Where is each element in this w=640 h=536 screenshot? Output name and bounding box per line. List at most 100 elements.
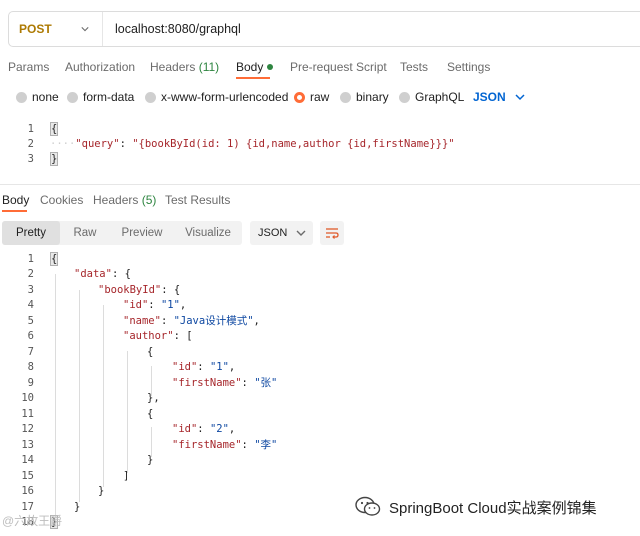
code-line: 4 "id": "1",	[0, 298, 640, 313]
response-format-label: JSON	[258, 227, 288, 239]
tab-headers[interactable]: Headers (11)	[150, 60, 219, 74]
wrap-lines-button[interactable]	[320, 221, 344, 245]
code-text: {	[147, 345, 154, 358]
url-input[interactable]: localhost:8080/graphql	[103, 22, 241, 36]
tab-body-label: Body	[236, 60, 264, 74]
radio-form-data[interactable]: form-data	[67, 90, 134, 104]
tab-headers-count: (5)	[141, 193, 157, 207]
body-format-label: JSON	[473, 90, 506, 104]
tab-body[interactable]: Body	[236, 60, 274, 74]
response-tabs: Body Cookies Headers (5) Test Results	[0, 193, 640, 215]
line-number: 15	[21, 469, 34, 482]
json-colon: :	[197, 361, 210, 373]
json-punct: ,	[228, 423, 236, 435]
tab-tests[interactable]: Tests	[400, 60, 428, 74]
line-number: 16	[21, 485, 34, 497]
wrap-lines-icon	[326, 228, 339, 239]
radio-binary[interactable]: binary	[340, 90, 389, 104]
json-punct: ,	[253, 314, 260, 327]
radio-none[interactable]: none	[16, 90, 59, 104]
code-text: "id": "1",	[172, 360, 235, 375]
json-colon: :	[119, 138, 133, 150]
radio-raw[interactable]: raw	[294, 90, 329, 104]
json-key: "firstName"	[172, 376, 242, 389]
json-key: "bookById"	[98, 283, 162, 296]
active-tab-underline	[236, 77, 270, 79]
tab-authorization[interactable]: Authorization	[65, 60, 135, 74]
code-text: "data": {	[74, 267, 131, 282]
request-bar: POST localhost:8080/graphql	[8, 11, 640, 47]
json-punct: ,	[228, 361, 236, 373]
code-line: 11 {	[0, 407, 640, 422]
tab-response-headers[interactable]: Headers (5)	[93, 193, 156, 207]
response-body-viewer[interactable]: 1{ 2 "data": { 3 "bookById": { 4 "id": "1",…	[0, 252, 640, 536]
line-number: 10	[21, 392, 34, 404]
tab-response-body[interactable]: Body	[2, 193, 29, 207]
code-line: 1 {	[0, 122, 640, 137]
code-text: {	[147, 407, 154, 420]
request-body-editor[interactable]: 1 { 2 ····"query": "{bookById(id: 1) {id…	[0, 118, 640, 170]
json-punct: ,	[179, 299, 187, 311]
code-line: 2 "data": {	[0, 267, 640, 282]
code-line: 3 }	[0, 152, 640, 167]
tab-headers-label: Headers	[93, 193, 139, 207]
code-text: }	[147, 454, 154, 466]
line-number: 1	[27, 253, 34, 265]
method-select[interactable]: POST	[9, 12, 103, 46]
tab-pre-request-script[interactable]: Pre-request Script	[290, 60, 387, 74]
json-string: "{bookById(id: 1) {id,name,author {id,fi…	[132, 138, 455, 150]
radio-selected-icon	[294, 91, 305, 103]
json-punct: : [	[173, 330, 193, 342]
code-text: "name": "Java设计模式",	[123, 314, 260, 329]
code-line: 2 ····"query": "{bookById(id: 1) {id,nam…	[0, 137, 640, 152]
json-key: "id"	[172, 361, 198, 373]
view-visualize-button[interactable]: Visualize	[174, 221, 242, 245]
line-number: 3	[27, 283, 34, 296]
request-tabs: Params Authorization Headers (11) Body P…	[0, 60, 640, 76]
json-colon: :	[148, 299, 161, 311]
code-line: 15]	[0, 469, 640, 484]
line-number: 5	[27, 314, 34, 327]
line-number: 4	[27, 299, 34, 311]
method-label: POST	[19, 22, 52, 36]
line-number: 11	[21, 407, 34, 420]
json-key: "author"	[123, 330, 174, 342]
corner-watermark: @六故王爵	[2, 514, 63, 528]
channel-watermark: SpringBoot Cloud实战案例锦集	[355, 496, 597, 518]
response-format-select[interactable]: JSON	[250, 221, 313, 245]
view-raw-button[interactable]: Raw	[60, 221, 110, 245]
bracket: }	[50, 152, 59, 166]
tab-test-results[interactable]: Test Results	[165, 193, 230, 207]
chevron-down-icon	[296, 230, 306, 236]
line-number: 2	[27, 268, 34, 280]
line-number: 2	[27, 138, 34, 150]
tab-settings[interactable]: Settings	[447, 60, 490, 74]
code-line: 13 "firstName": "李"	[0, 438, 640, 453]
view-pretty-button[interactable]: Pretty	[2, 221, 60, 245]
radio-x-www-form-urlencoded[interactable]: x-www-form-urlencoded	[145, 90, 288, 104]
json-string: "2"	[209, 423, 229, 435]
indent-dots: ····	[50, 138, 76, 150]
tab-params[interactable]: Params	[8, 60, 49, 74]
json-punct: : {	[111, 268, 131, 280]
json-string: "李"	[254, 438, 278, 451]
body-format-select[interactable]: JSON	[473, 90, 525, 104]
code-text: }	[98, 485, 105, 497]
json-key: "id"	[172, 423, 198, 435]
json-string: "1"	[160, 299, 180, 311]
radio-circle-icon	[67, 91, 78, 103]
tab-headers-count: (11)	[198, 60, 220, 74]
radio-circle-icon	[340, 91, 351, 103]
chevron-down-icon	[515, 94, 525, 101]
tab-cookies[interactable]: Cookies	[40, 193, 83, 207]
view-preview-button[interactable]: Preview	[110, 221, 174, 245]
body-type-group: none form-data x-www-form-urlencoded raw…	[0, 90, 640, 106]
radio-graphql[interactable]: GraphQL	[399, 90, 464, 104]
code-text: {	[50, 252, 59, 267]
radio-label: form-data	[83, 90, 135, 104]
response-view-toggle: Pretty Raw Preview Visualize	[2, 221, 242, 245]
line-number: 3	[27, 153, 34, 165]
code-text: "firstName": "张"	[172, 376, 277, 391]
code-line: 14}	[0, 453, 640, 468]
line-number: 13	[21, 438, 34, 451]
